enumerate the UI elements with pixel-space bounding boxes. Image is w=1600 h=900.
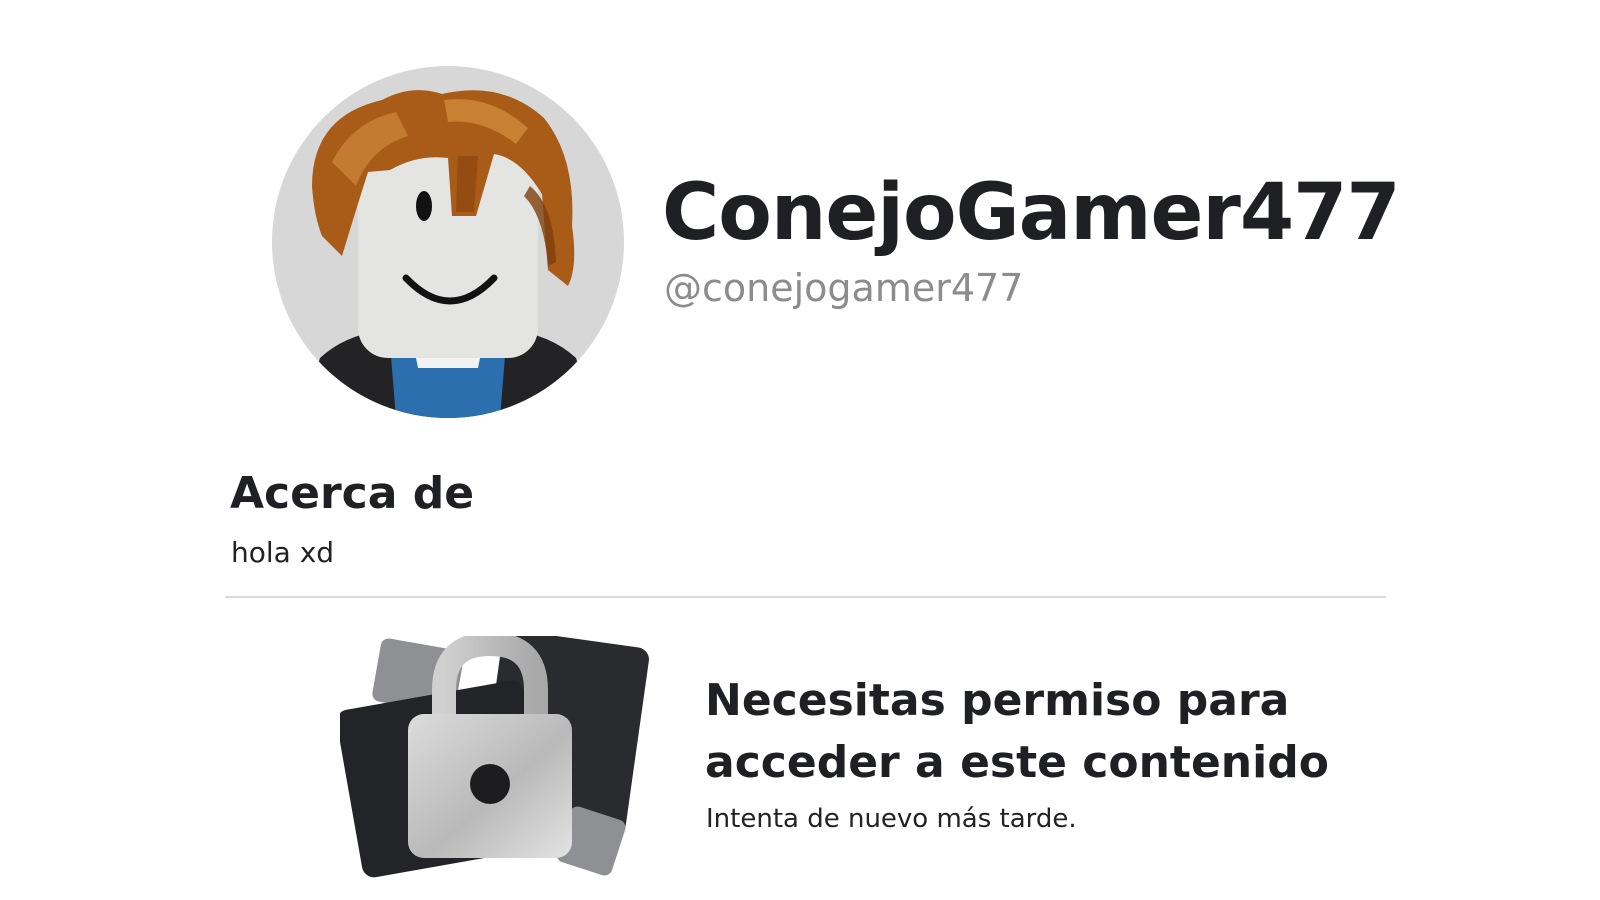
about-heading: Acerca de <box>230 468 475 519</box>
lock-illustration <box>340 636 670 900</box>
permission-title-line2: acceder a este contenido <box>705 737 1329 788</box>
permission-title: Necesitas permiso para acceder a este co… <box>705 670 1329 794</box>
avatar[interactable] <box>272 66 624 418</box>
permission-subtitle: Intenta de nuevo más tarde. <box>706 804 1077 834</box>
username: @conejogamer477 <box>664 266 1024 310</box>
divider <box>225 596 1386 598</box>
avatar-icon <box>302 90 594 418</box>
permission-title-line1: Necesitas permiso para <box>705 675 1290 726</box>
lock-icon <box>340 636 649 878</box>
about-text: hola xd <box>231 536 335 569</box>
display-name: ConejoGamer477 <box>662 168 1401 258</box>
